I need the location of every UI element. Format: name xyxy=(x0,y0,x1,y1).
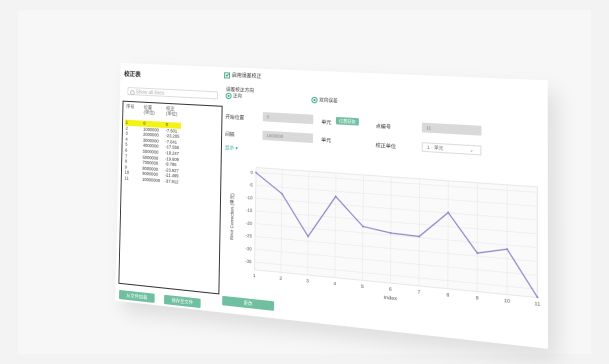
enable-correction-label: 启用误差校正 xyxy=(231,72,262,80)
y-tick-label: -35 xyxy=(245,258,252,264)
show-menu[interactable]: 显示 ▾ xyxy=(225,144,238,152)
x-tick-label: 4 xyxy=(333,281,336,288)
enable-correction-checkbox[interactable]: 启用误差校正 xyxy=(224,71,261,80)
interval-label: 间隔 xyxy=(225,132,235,139)
y-tick-label: -20 xyxy=(246,220,253,226)
save-to-file-button[interactable]: 保存至文件 xyxy=(164,294,201,309)
radio-selected-icon xyxy=(311,96,318,103)
x-tick-label: 10 xyxy=(504,298,511,306)
y-tick-label: -25 xyxy=(245,233,252,239)
apply-button[interactable]: 更改 xyxy=(222,295,275,311)
radio-positive-label: 正向 xyxy=(233,93,242,99)
chart-svg: 0 -5 -10 -15 -20 -25 -30 -35 1 2 3 4 5 6 7 8 9 10 11 Index E… xyxy=(228,159,541,309)
y-tick-label: 0 xyxy=(250,170,253,175)
plot-area xyxy=(254,168,537,298)
error-correction-chart: 0 -5 -10 -15 -20 -25 -30 -35 1 2 3 4 5 6 7 8 9 10 11 Index E… xyxy=(224,159,542,320)
col-index-header: 序号 xyxy=(126,103,135,110)
x-tick-label: 7 xyxy=(417,289,420,296)
col-position-header: 位置 (单位) xyxy=(143,104,155,116)
data-point xyxy=(536,296,539,299)
y-tick-label: -10 xyxy=(246,195,253,201)
checkbox-checked-icon xyxy=(224,71,231,79)
start-position-input[interactable]: 0 xyxy=(262,112,314,125)
radio-selected-icon xyxy=(225,92,232,99)
cell-index: 11 xyxy=(124,175,129,181)
y-tick-label: -15 xyxy=(246,207,253,213)
y-tick-label: -30 xyxy=(245,246,252,252)
interval-unit-label: 单元 xyxy=(321,138,332,145)
radio-icon xyxy=(130,90,135,96)
points-input[interactable]: 11 xyxy=(421,122,482,136)
table-body: 1 0 0 2 1000000 -7.501 3 2000000 -23.205 4 3000000… xyxy=(124,119,181,186)
x-tick-label: 1 xyxy=(253,273,256,280)
cell-correction: -37.912 xyxy=(164,178,179,185)
interval-input[interactable]: 1000000 xyxy=(262,130,314,144)
radio-positive[interactable]: 正向 xyxy=(225,92,242,100)
col-correction-header: 校正 (单位) xyxy=(165,105,178,117)
x-tick-label: 6 xyxy=(389,286,392,293)
correction-unit-select[interactable]: 1 · 单元 ⌄ xyxy=(421,142,482,156)
x-tick-label: 3 xyxy=(306,278,309,285)
error-correction-window: 校正表 Show all lines 序号 位置 (单位) 校正 (单位) 10… xyxy=(115,62,548,349)
radio-bidirectional-label: 双向误差 xyxy=(319,97,338,104)
x-tick-label: 9 xyxy=(476,295,479,302)
y-axis-label: Error Correction (单元) xyxy=(228,192,236,240)
cell-position: 10000000 xyxy=(142,176,161,184)
y-tick-label: -5 xyxy=(249,182,254,188)
start-unit-label: 单元 xyxy=(321,120,332,127)
points-label: 点编号 xyxy=(375,124,392,131)
correction-unit-value: 1 · 单元 xyxy=(427,144,444,151)
stage: 校正表 Show all lines 序号 位置 (单位) 校正 (单位) 10… xyxy=(0,0,609,364)
x-axis-label: Index xyxy=(384,294,398,302)
radio-bidirectional[interactable]: 双向误差 xyxy=(311,96,338,105)
correction-table[interactable]: 序号 位置 (单位) 校正 (单位) 1 0 0 2 1000000 -7.501 3 200… xyxy=(118,100,223,295)
x-tick-label: 11 xyxy=(535,301,541,309)
correction-unit-label: 校正单位 xyxy=(375,143,397,151)
start-position-label: 开始位置 xyxy=(225,115,245,122)
show-all-lines-toggle[interactable]: Show all lines xyxy=(127,86,219,100)
x-tick-label: 2 xyxy=(279,275,282,282)
x-tick-label: 8 xyxy=(446,292,449,299)
load-from-file-button[interactable]: 从文件加载 xyxy=(118,289,155,303)
x-tick-label: 5 xyxy=(361,283,364,290)
get-position-button[interactable]: 位置获取 xyxy=(335,116,359,126)
table-title: 校正表 xyxy=(124,71,141,79)
chevron-down-icon: ⌄ xyxy=(469,147,474,153)
show-all-label: Show all lines xyxy=(135,89,165,97)
